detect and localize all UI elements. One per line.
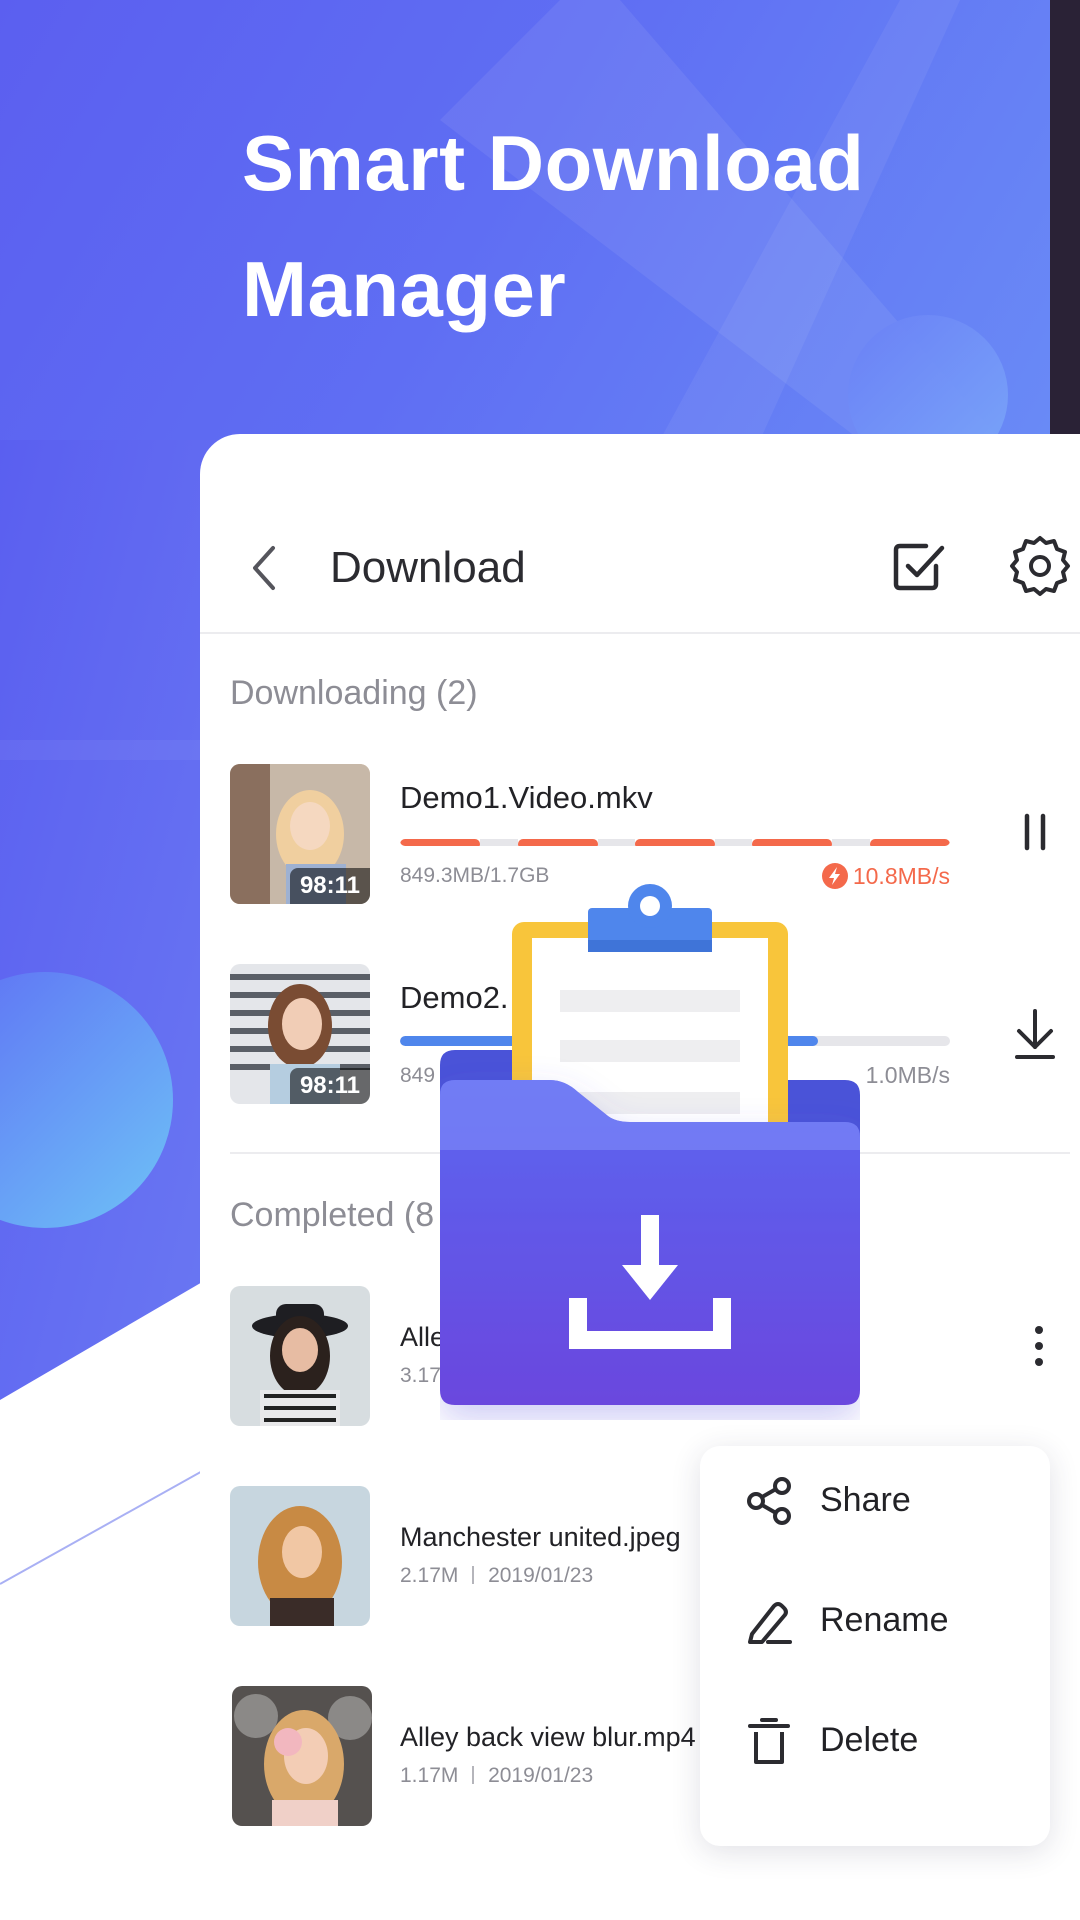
- chevron-left-icon: [253, 546, 275, 590]
- pencil-icon: [748, 1602, 792, 1644]
- image-thumbnail: [230, 1286, 370, 1426]
- thumbnail-image: [230, 1286, 370, 1426]
- image-thumbnail: [230, 1486, 370, 1626]
- download-button[interactable]: [1005, 1004, 1065, 1064]
- file-meta: 3.17: [400, 1364, 441, 1387]
- completed-section-label: Completed (8: [230, 1196, 435, 1234]
- downloading-section-label: Downloading (2): [230, 674, 478, 712]
- title-line-2: Manager: [242, 245, 567, 333]
- settings-button[interactable]: [1008, 534, 1072, 598]
- file-date: 2019/01/23: [488, 1564, 594, 1587]
- video-duration: 98:11: [289, 1068, 370, 1104]
- file-name: Demo1.Video.mkv: [400, 780, 653, 815]
- menu-item-share[interactable]: Share: [700, 1446, 1050, 1556]
- context-menu: Share Rename Delete: [700, 1446, 1050, 1846]
- share-icon: [747, 1477, 791, 1525]
- progress-segments: [400, 839, 950, 846]
- title-line-1: Smart Download: [242, 119, 865, 207]
- app-bar: Download: [200, 434, 1080, 634]
- meta-separator: [472, 1566, 475, 1584]
- download-icon: [1015, 1009, 1055, 1059]
- pause-icon: [1024, 813, 1046, 851]
- thumbnail-image: [230, 1486, 370, 1626]
- file-size: 2.17M: [400, 1564, 459, 1587]
- menu-item-label: Share: [820, 1481, 911, 1519]
- download-speed-value: 10.8MB/s: [852, 863, 950, 889]
- file-meta: 1.17M 2019/01/23: [400, 1764, 593, 1788]
- back-button[interactable]: [244, 538, 284, 598]
- page-title: Smart Download Manager: [242, 100, 864, 352]
- checkbox-icon: [893, 543, 945, 591]
- more-options-button[interactable]: [1009, 1316, 1069, 1376]
- video-thumbnail: 98:11: [230, 964, 370, 1104]
- image-thumbnail: [232, 1686, 372, 1826]
- folder-download-illustration: [440, 884, 860, 1405]
- device-edge: [1050, 0, 1080, 440]
- video-thumbnail: 98:11: [230, 764, 370, 904]
- file-name: Manchester united.jpeg: [400, 1522, 681, 1552]
- file-size: 849: [400, 1064, 436, 1087]
- file-name: Alle: [400, 1322, 446, 1352]
- thumbnail-image: [232, 1686, 372, 1826]
- progress-bar: [400, 836, 950, 846]
- app-bar-title: Download: [330, 543, 526, 592]
- file-date: 2019/01/23: [488, 1764, 594, 1787]
- gear-icon: [1010, 536, 1070, 596]
- meta-separator: [472, 1766, 475, 1784]
- menu-item-rename[interactable]: Rename: [700, 1566, 1050, 1676]
- video-duration: 98:11: [289, 868, 370, 904]
- menu-item-delete[interactable]: Delete: [700, 1686, 1050, 1796]
- menu-item-label: Rename: [820, 1601, 949, 1639]
- file-size: 1.17M: [400, 1764, 459, 1787]
- menu-item-label: Delete: [820, 1721, 919, 1759]
- select-button[interactable]: [890, 536, 950, 596]
- file-meta: 2.17M 2019/01/23: [400, 1564, 593, 1588]
- more-vertical-icon: [1035, 1326, 1043, 1366]
- trash-icon: [748, 1718, 790, 1764]
- pause-button[interactable]: [1005, 802, 1065, 862]
- file-name: Alley back view blur.mp4: [400, 1722, 696, 1752]
